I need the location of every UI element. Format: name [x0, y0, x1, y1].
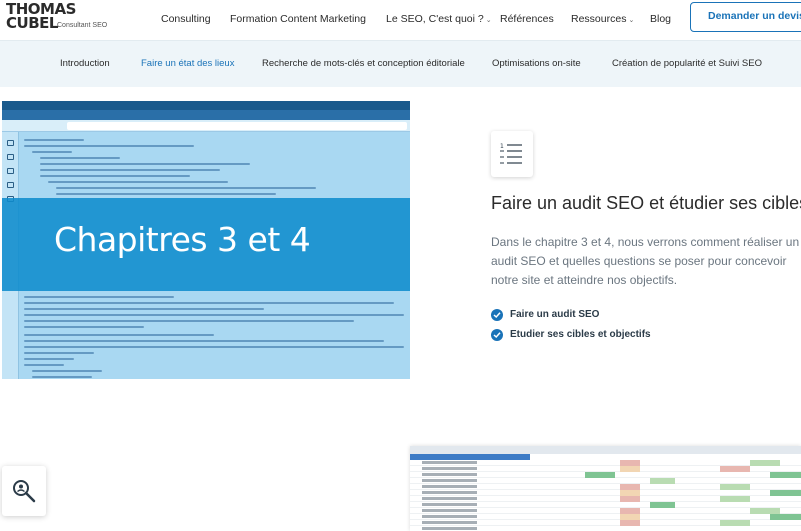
section-title: Faire un audit SEO et étudier ses cibles [491, 193, 801, 213]
nav-item-label: Références [500, 13, 554, 25]
sheet-row [410, 526, 801, 531]
code-line [40, 157, 120, 159]
code-line [24, 352, 94, 354]
code-line [24, 364, 64, 366]
nav-item-formation[interactable]: Formation Content Marketing [230, 12, 366, 26]
sheet-row-text [422, 479, 477, 482]
browser-urlbar [2, 120, 410, 132]
chapter-banner: Chapitres 3 et 4 [2, 198, 410, 291]
code-line [24, 346, 404, 348]
sheet-row-text [422, 515, 477, 518]
code-line [24, 308, 264, 310]
code-line [24, 145, 194, 147]
nav-item-label: Formation Content Marketing [230, 13, 366, 25]
sheet-row-text [422, 473, 477, 476]
request-quote-button[interactable]: Demander un devis [690, 2, 801, 32]
code-line [24, 326, 144, 328]
code-line [56, 193, 276, 195]
chapter-subnav: Introduction Faire un état des lieux Rec… [0, 40, 801, 87]
subnav-item-mots-cles[interactable]: Recherche de mots-clés et conception édi… [262, 58, 465, 69]
nav-item-label: Le SEO, C'est quoi ? [386, 13, 484, 25]
search-zoom-button[interactable] [2, 466, 46, 516]
browser-menubar [2, 101, 410, 110]
sidebar-icon [7, 168, 14, 174]
code-line [32, 151, 72, 153]
browser-tabs [2, 110, 410, 120]
subnav-item-etat-des-lieux[interactable]: Faire un état des lieux [141, 58, 234, 69]
nav-item-references[interactable]: Références [500, 12, 554, 26]
checklist-item-label: Etudier ses cibles et objectifs [510, 329, 651, 340]
sheet-row-text [422, 461, 477, 464]
nav-item-label: Consulting [161, 13, 211, 25]
code-line [24, 302, 394, 304]
chapter-illustration: Chapitres 3 et 4 [2, 101, 410, 379]
sheet-row-text [422, 503, 477, 506]
list-icon: 1 [491, 131, 533, 177]
code-line [40, 175, 190, 177]
sheet-row-text [422, 521, 477, 524]
sheet-row-text [422, 497, 477, 500]
code-line [48, 181, 228, 183]
chapter-banner-text: Chapitres 3 et 4 [54, 220, 311, 259]
subnav-item-popularite[interactable]: Création de popularité et Suivi SEO [612, 58, 762, 69]
subnav-item-introduction[interactable]: Introduction [60, 58, 110, 69]
subnav-item-on-site[interactable]: Optimisations on-site [492, 58, 581, 69]
nav-item-consulting[interactable]: Consulting [161, 12, 211, 26]
nav-item-label: Ressources [571, 13, 627, 25]
code-line [24, 296, 174, 298]
section-paragraph: Dans le chapitre 3 et 4, nous verrons co… [491, 235, 800, 287]
url-field [67, 122, 407, 130]
nav-item-label: Blog [650, 13, 672, 25]
logo-tagline: Consultant SEO [57, 22, 108, 29]
nav-item-le-seo[interactable]: Le SEO, C'est quoi ? ⌄ [386, 12, 492, 28]
logo-line-2: CUBEL [6, 14, 58, 32]
sheet-header [410, 446, 801, 454]
sheet-row-text [422, 527, 477, 530]
sidebar-icon [7, 154, 14, 160]
code-line [32, 376, 92, 378]
chevron-down-icon: ⌄ [628, 17, 635, 24]
check-circle-icon [491, 329, 503, 341]
sidebar-icon [7, 182, 14, 188]
code-line [40, 163, 250, 165]
code-line [24, 334, 214, 336]
sheet-row-text [422, 491, 477, 494]
chevron-down-icon: ⌄ [485, 17, 492, 24]
keyword-spreadsheet-illustration [410, 446, 801, 531]
sidebar-icon [7, 140, 14, 146]
check-circle-icon [491, 309, 503, 321]
site-header: THOMAS CUBEL Consultant SEO Consulting F… [0, 0, 801, 38]
list-icon-glyph: 1 [500, 143, 522, 164]
code-line [24, 358, 74, 360]
code-line [24, 314, 404, 316]
logo[interactable]: THOMAS CUBEL Consultant SEO [6, 2, 116, 36]
code-line [32, 370, 102, 372]
sheet-row-text [422, 485, 477, 488]
code-line [24, 340, 384, 342]
checklist-item-label: Faire un audit SEO [510, 309, 600, 320]
svg-text:1: 1 [500, 143, 504, 150]
search-zoom-icon [13, 480, 36, 503]
code-line [40, 169, 220, 171]
nav-item-ressources[interactable]: Ressources ⌄ [571, 12, 634, 28]
sheet-row-text [422, 509, 477, 512]
code-line [56, 187, 316, 189]
code-line [24, 320, 354, 322]
code-line [24, 139, 84, 141]
nav-item-blog[interactable]: Blog [650, 12, 671, 26]
sheet-row-text [422, 467, 477, 470]
